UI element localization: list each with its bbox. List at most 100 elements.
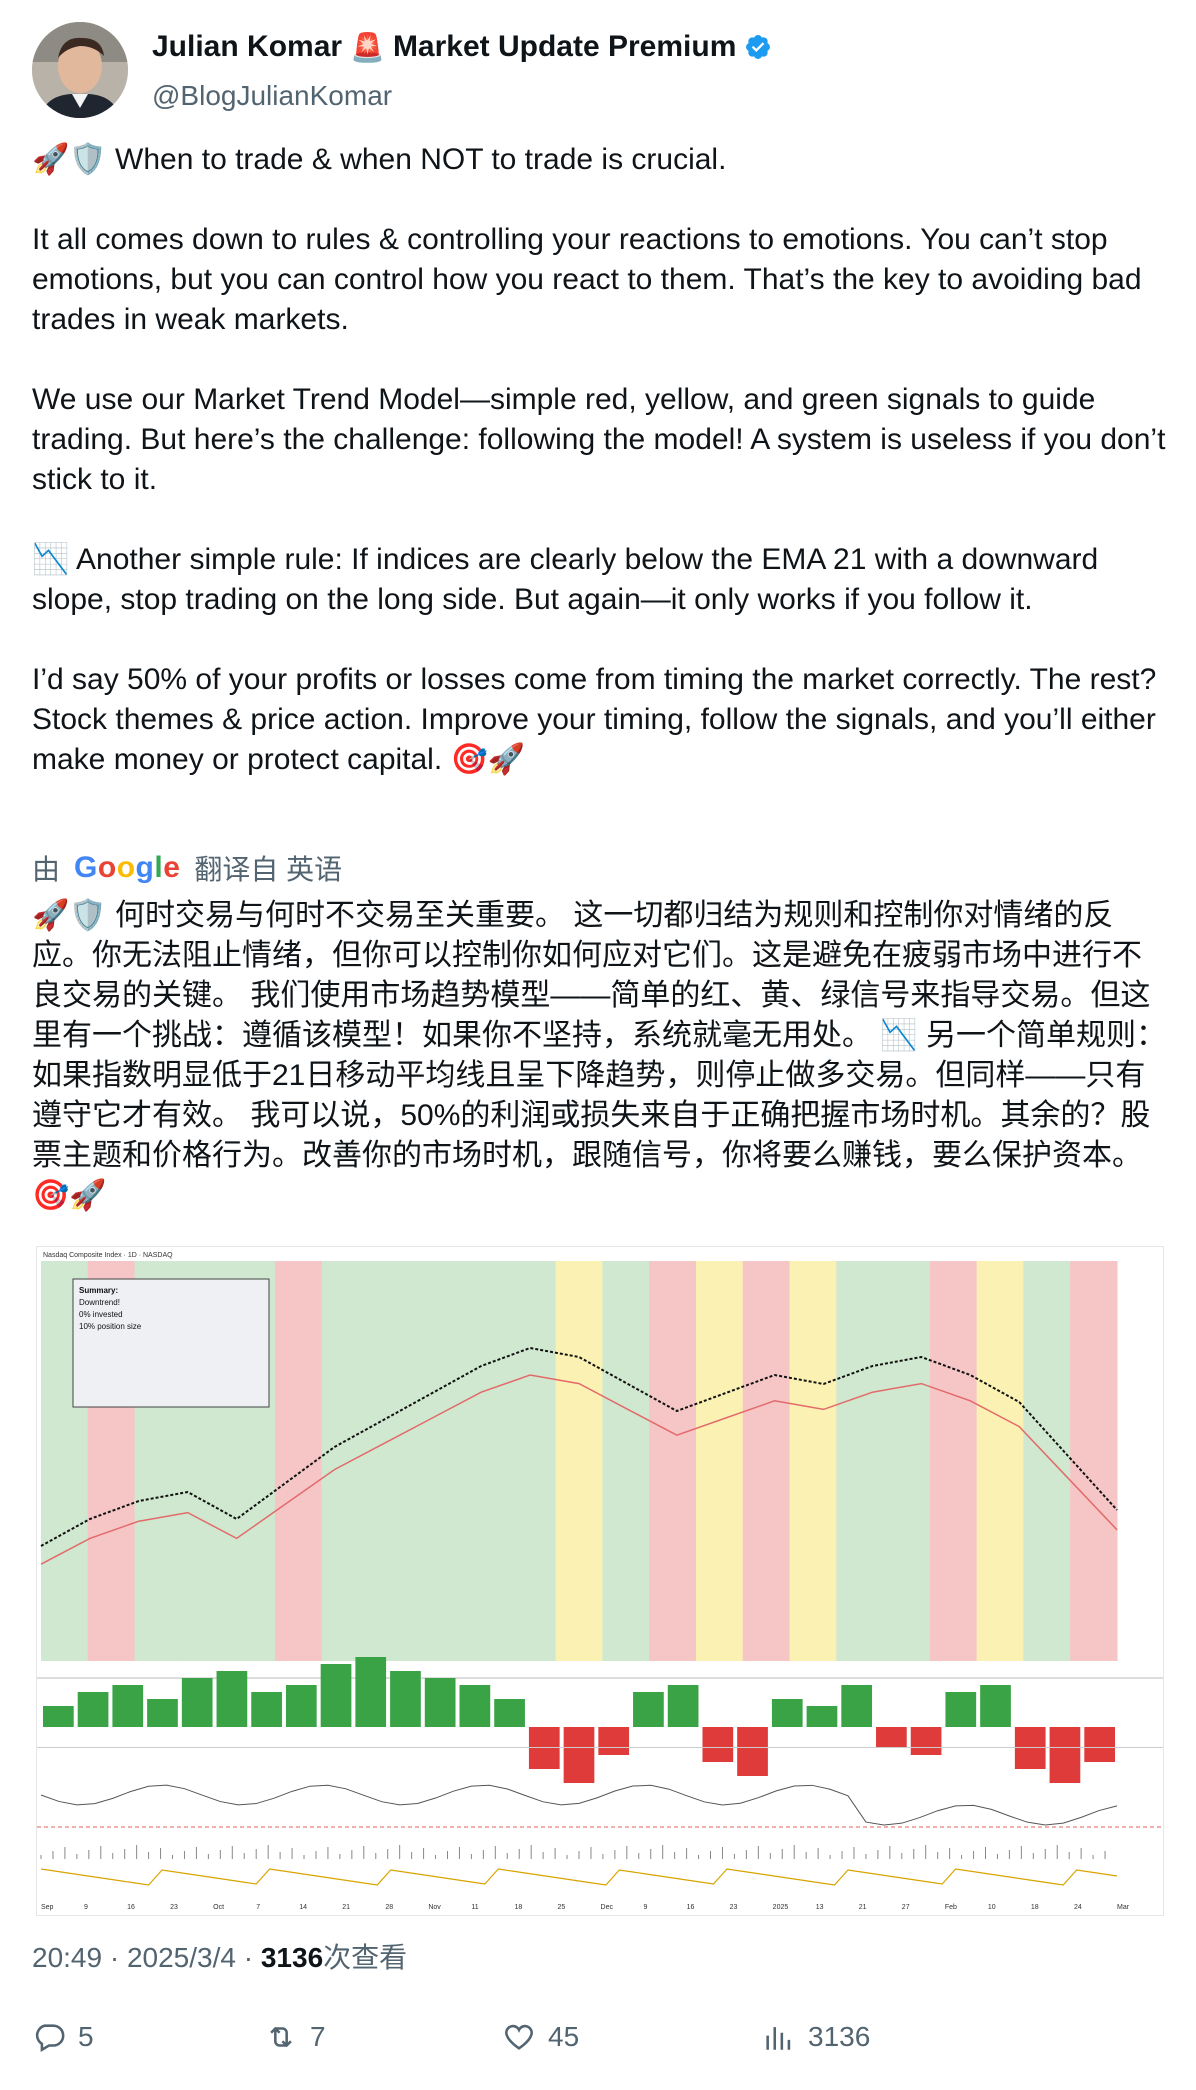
market-trend-band (695, 1261, 744, 1661)
author-name-suffix[interactable]: Market Update Premium (393, 30, 736, 64)
breadth-bar (667, 1685, 699, 1727)
attached-chart-image[interactable]: Nasdaq Composite Index · 1D · NASDAQ Summ… (36, 1246, 1164, 1916)
post-paragraph: 📉 Another simple rule: If indices are cl… (32, 543, 1107, 616)
breadth-bar (77, 1692, 109, 1727)
reply-button[interactable]: 5 (32, 2020, 94, 2054)
x-axis-label: 21 (859, 1904, 867, 1911)
post-text: 🚀🛡️ When to trade & when NOT to trade is… (32, 140, 1168, 780)
x-axis-label: Oct (213, 1904, 224, 1911)
panel-divider (37, 1747, 1163, 1748)
post-paragraph: It all comes down to rules & controlling… (32, 223, 1150, 336)
repost-button[interactable]: 7 (264, 2020, 326, 2054)
x-axis-label: 7 (256, 1904, 260, 1911)
market-trend-band (742, 1261, 791, 1661)
view-count: 3136 (260, 1942, 324, 1973)
breadth-bar (841, 1685, 873, 1727)
breadth-bar (563, 1727, 595, 1783)
summary-line: Summary: (79, 1286, 118, 1295)
x-axis-label: 18 (514, 1904, 522, 1911)
breadth-bar (424, 1678, 456, 1727)
views-button[interactable]: 3136 (762, 2020, 870, 2054)
google-logo: Google (74, 851, 181, 884)
breadth-bar (945, 1692, 977, 1727)
breadth-bar (771, 1699, 803, 1727)
x-axis-label: 28 (385, 1904, 393, 1911)
market-trend-band (508, 1261, 557, 1661)
translated-text: 🚀🛡️ 何时交易与何时不交易至关重要。 这一切都归结为规则和控制你对情绪的反应。… (32, 899, 1167, 1212)
x-axis-label: 2025 (773, 1904, 789, 1911)
market-trend-band (555, 1261, 603, 1661)
market-trend-band (789, 1261, 837, 1661)
market-trend-band (321, 1261, 369, 1661)
summary-line: 10% position size (79, 1322, 142, 1331)
breadth-bar (390, 1671, 421, 1727)
breadth-bar (459, 1685, 491, 1727)
x-axis-label: 21 (342, 1904, 350, 1911)
x-axis-label: 23 (170, 1904, 178, 1911)
market-trend-band (649, 1261, 697, 1661)
market-trend-band (1070, 1261, 1118, 1661)
breadth-bar (181, 1678, 213, 1727)
x-axis-label: 9 (84, 1904, 88, 1911)
x-axis-label: 27 (902, 1904, 910, 1911)
post-date[interactable]: 2025/3/4 (127, 1942, 236, 1973)
summary-line: Downtrend! (79, 1298, 120, 1307)
views-count: 3136 (808, 2021, 871, 2052)
view-count-label: 次查看 (323, 1942, 408, 1973)
post-header: Julian Komar 🚨 Market Update Premium @Bl… (32, 22, 1162, 122)
verified-badge-icon (746, 35, 771, 59)
market-trend-band (368, 1261, 416, 1661)
avatar[interactable] (32, 22, 128, 118)
x-axis-label: 13 (816, 1904, 824, 1911)
translation-suffix: 翻译自 英语 (194, 854, 343, 885)
x-axis-label: 23 (730, 1904, 738, 1911)
translated-by-label[interactable]: 由 Google 翻译自 英语 (32, 848, 342, 888)
like-count: 45 (548, 2021, 580, 2052)
heart-icon (505, 2024, 533, 2050)
breadth-bar (1084, 1727, 1115, 1762)
breadth-bar (806, 1706, 838, 1727)
breadth-bar (216, 1671, 248, 1727)
breadth-bar (112, 1685, 144, 1727)
market-trend-band (1023, 1261, 1071, 1661)
breadth-bar (702, 1727, 734, 1762)
breadth-bar (876, 1727, 907, 1748)
breadth-bar (43, 1706, 74, 1727)
market-trend-band (976, 1261, 1024, 1661)
post-paragraph: We use our Market Trend Model—simple red… (32, 383, 1174, 496)
market-trend-band (415, 1261, 463, 1661)
post-time[interactable]: 20:49 (32, 1942, 102, 1973)
x-axis-label: Mar (1117, 1904, 1130, 1911)
breadth-bar (285, 1685, 317, 1727)
breadth-bar (980, 1685, 1011, 1727)
post-paragraph: 🚀🛡️ When to trade & when NOT to trade is… (32, 143, 727, 176)
breadth-bar (598, 1727, 630, 1755)
chart-image-svg: Nasdaq Composite Index · 1D · NASDAQ Summ… (37, 1247, 1163, 1915)
x-axis-label: 18 (1031, 1904, 1039, 1911)
repost-count: 7 (310, 2021, 326, 2052)
author-name-line[interactable]: Julian Komar 🚨 Market Update Premium (152, 30, 772, 64)
author-name[interactable]: Julian Komar (152, 30, 342, 64)
translation-prefix: 由 (32, 854, 61, 885)
breadth-bar (320, 1664, 352, 1727)
breadth-bar (910, 1727, 942, 1755)
author-handle[interactable]: @BlogJulianKomar (152, 80, 392, 112)
breadth-bar (494, 1699, 525, 1727)
post-meta: 20:49 · 2025/3/4 · 3136次查看 (32, 1942, 408, 1973)
market-trend-band (602, 1261, 650, 1661)
post-paragraph: I’d say 50% of your profits or losses co… (32, 663, 1165, 776)
market-trend-band (836, 1261, 884, 1661)
market-trend-band (883, 1261, 931, 1661)
siren-emoji: 🚨 (350, 30, 385, 64)
like-button[interactable]: 45 (502, 2020, 579, 2054)
x-axis-label: 16 (687, 1904, 695, 1911)
reply-icon (35, 2024, 65, 2053)
breadth-bar (251, 1692, 282, 1727)
market-trend-band (929, 1261, 978, 1661)
x-axis-label: 10 (988, 1904, 996, 1911)
summary-line: 0% invested (79, 1310, 123, 1319)
x-axis-label: 24 (1074, 1904, 1082, 1911)
breadth-bar (633, 1692, 664, 1727)
x-axis-label: Dec (601, 1904, 614, 1911)
reply-count: 5 (78, 2021, 94, 2052)
